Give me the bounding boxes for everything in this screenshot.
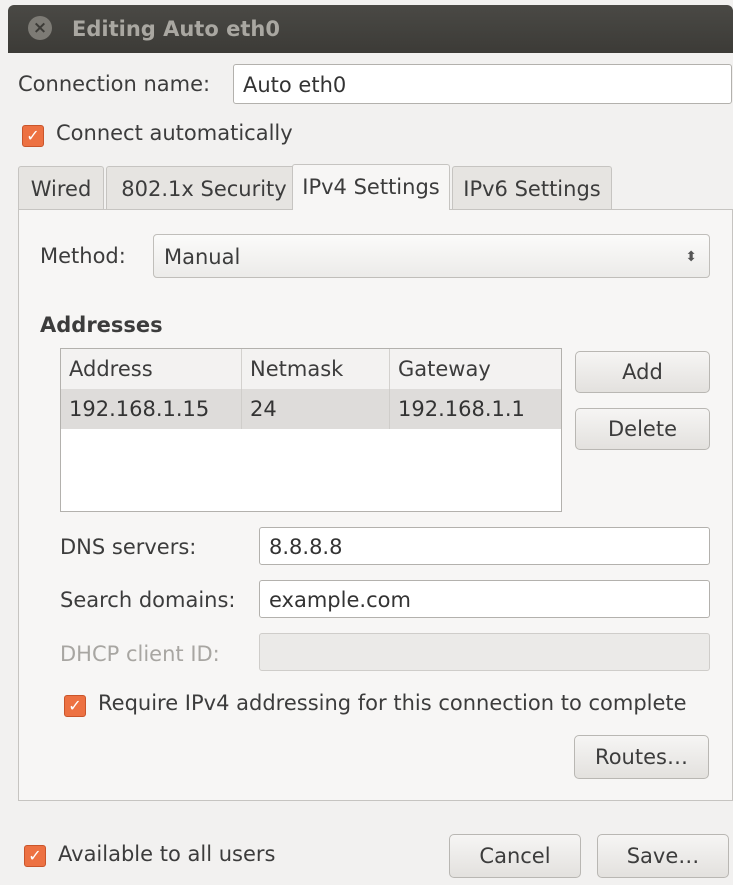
- method-label: Method:: [40, 244, 126, 268]
- delete-button[interactable]: Delete: [575, 408, 710, 450]
- column-netmask[interactable]: Netmask: [242, 349, 390, 389]
- search-domains-input[interactable]: example.com: [259, 580, 710, 618]
- dhcp-client-id-label: DHCP client ID:: [60, 642, 220, 666]
- search-domains-label: Search domains:: [60, 588, 236, 612]
- column-address[interactable]: Address: [61, 349, 242, 389]
- require-ipv4-label: Require IPv4 addressing for this connect…: [98, 691, 687, 715]
- save-button[interactable]: Save…: [597, 834, 729, 878]
- edit-connection-dialog: × Editing Auto eth0 Connection name: Aut…: [0, 0, 733, 885]
- table-row[interactable]: 192.168.1.15 24 192.168.1.1: [61, 389, 561, 429]
- column-gateway[interactable]: Gateway: [390, 349, 561, 389]
- method-value: Manual: [164, 245, 241, 269]
- addresses-table[interactable]: Address Netmask Gateway 192.168.1.15 24 …: [60, 348, 562, 512]
- cancel-button[interactable]: Cancel: [449, 834, 581, 878]
- routes-button[interactable]: Routes…: [574, 735, 709, 779]
- updown-arrows-icon: ⬍: [685, 249, 697, 265]
- available-to-all-users-checkbox[interactable]: ✓: [24, 845, 46, 867]
- tab-wired[interactable]: Wired: [18, 166, 104, 210]
- tab-ipv4-settings[interactable]: IPv4 Settings: [292, 164, 450, 210]
- dhcp-client-id-input: [259, 633, 710, 671]
- addresses-heading: Addresses: [40, 313, 163, 337]
- address-cell[interactable]: 192.168.1.15: [61, 389, 242, 429]
- connection-name-input[interactable]: Auto eth0: [233, 64, 732, 104]
- gateway-cell[interactable]: 192.168.1.1: [390, 389, 561, 429]
- tab-8021x-security[interactable]: 802.1x Security: [106, 166, 302, 210]
- dns-servers-label: DNS servers:: [60, 535, 197, 559]
- connect-automatically-checkbox[interactable]: ✓: [22, 125, 44, 147]
- table-header: Address Netmask Gateway: [61, 349, 561, 390]
- window-title: Editing Auto eth0: [72, 17, 280, 41]
- title-bar: × Editing Auto eth0: [8, 5, 733, 53]
- close-icon[interactable]: ×: [28, 16, 52, 40]
- require-ipv4-checkbox[interactable]: ✓: [64, 695, 86, 717]
- dns-servers-input[interactable]: 8.8.8.8: [259, 527, 710, 565]
- connect-automatically-label: Connect automatically: [56, 121, 293, 145]
- connection-name-label: Connection name:: [18, 72, 211, 96]
- tab-ipv6-settings[interactable]: IPv6 Settings: [452, 166, 612, 210]
- netmask-cell[interactable]: 24: [242, 389, 390, 429]
- method-select[interactable]: Manual ⬍: [153, 234, 710, 278]
- available-to-all-users-label: Available to all users: [58, 842, 276, 866]
- add-button[interactable]: Add: [575, 351, 710, 393]
